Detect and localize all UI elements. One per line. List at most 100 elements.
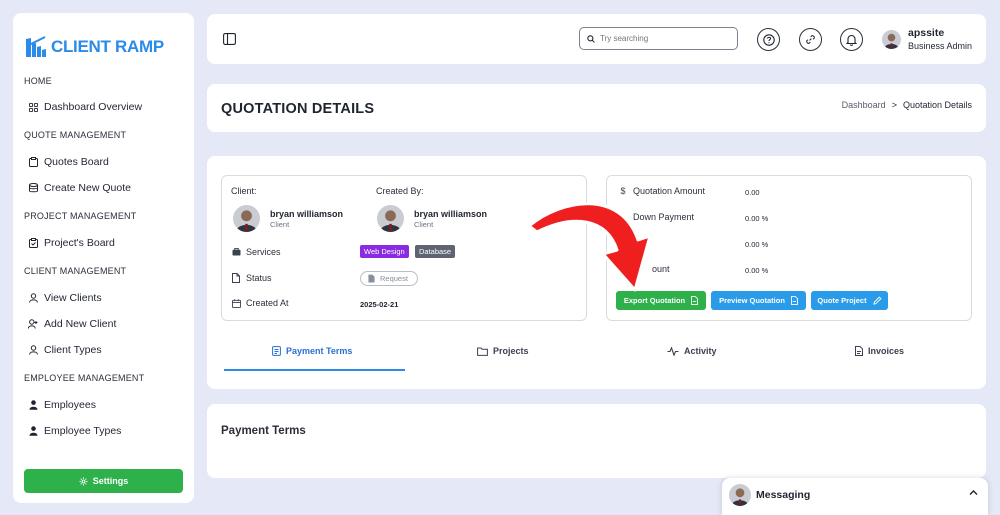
- created-by-person[interactable]: bryan williamson Client: [377, 205, 487, 232]
- export-quotation-label: Export Quotation: [623, 296, 686, 305]
- settings-label: Settings: [92, 476, 129, 486]
- tab-label: Activity: [684, 346, 717, 356]
- detail-tabs: Payment Terms Projects Activity Invoices: [224, 346, 969, 372]
- quotation-amounts-panel: $ Quotation Amount 0.00 Down Payment 0.0…: [606, 175, 972, 321]
- clipboard-check-icon: [28, 238, 38, 248]
- export-quotation-button[interactable]: Export Quotation: [616, 291, 706, 310]
- tab-activity[interactable]: Activity: [667, 346, 717, 356]
- sidebar-item-label: Quotes Board: [44, 156, 109, 168]
- sidebar-item-label: Client Types: [44, 344, 102, 356]
- client-person[interactable]: bryan williamson Client: [233, 205, 343, 232]
- client-name: bryan williamson: [270, 208, 344, 219]
- nav-section-quote: QUOTE MANAGEMENT: [24, 130, 127, 140]
- person-icon: [28, 400, 38, 410]
- help-icon: [762, 33, 775, 46]
- breadcrumb-dashboard-link[interactable]: Dashboard: [842, 100, 886, 110]
- file-export-icon: [691, 296, 699, 305]
- nav-section-home: HOME: [24, 76, 52, 86]
- breadcrumb-current: Quotation Details: [902, 100, 972, 110]
- tab-projects[interactable]: Projects: [477, 346, 529, 356]
- file-preview-icon: [790, 296, 798, 305]
- sidebar-item-employees[interactable]: Employees: [28, 399, 96, 411]
- status-label: Status: [246, 273, 272, 283]
- messaging-label: Messaging: [756, 489, 811, 501]
- status-badge: Request: [360, 271, 418, 286]
- service-tag-web-design: Web Design: [360, 245, 409, 258]
- sidebar-item-create-new-quote[interactable]: Create New Quote: [28, 182, 131, 194]
- sidebar-item-dashboard-overview[interactable]: Dashboard Overview: [28, 101, 142, 113]
- created-at-label: Created At: [246, 298, 289, 308]
- page-title: QUOTATION DETAILS: [221, 101, 375, 117]
- document-icon: [231, 273, 241, 283]
- buildings-logo-icon: [26, 36, 46, 57]
- sidebar-item-label: Dashboard Overview: [44, 101, 143, 113]
- service-tag-database: Database: [415, 245, 456, 258]
- nav-section-employee: EMPLOYEE MANAGEMENT: [24, 373, 145, 383]
- user-icon: [28, 345, 38, 355]
- status-value: Request: [380, 274, 408, 283]
- document-icon: [368, 274, 375, 283]
- quote-project-button[interactable]: Quote Project: [811, 291, 888, 310]
- client-label: Client:: [231, 186, 257, 196]
- sidebar-item-quotes-board[interactable]: Quotes Board: [28, 156, 109, 168]
- row3-value: 0.00 %: [745, 240, 769, 249]
- calendar-icon: [231, 298, 241, 308]
- brand-name: CLIENT RAMP: [51, 37, 164, 56]
- created-by-label: Created By:: [376, 186, 424, 196]
- sidebar-item-label: Create New Quote: [44, 182, 131, 194]
- sidebar-toggle-button[interactable]: [219, 29, 239, 49]
- sidebar-item-label: Employee Types: [44, 425, 122, 437]
- quotation-amount-text: Quotation Amount: [633, 186, 706, 196]
- document-icon: [272, 346, 281, 356]
- help-button[interactable]: [757, 28, 780, 51]
- quote-project-label: Quote Project: [817, 296, 867, 305]
- database-icon: [28, 183, 38, 193]
- quotation-card: Client: Created By: bryan williamson Cli…: [207, 156, 986, 389]
- client-role: Client: [270, 219, 290, 229]
- search-icon: [587, 34, 595, 43]
- sidebar-item-employee-types[interactable]: Employee Types: [28, 425, 121, 437]
- breadcrumb-separator: >: [891, 100, 897, 110]
- tab-invoices[interactable]: Invoices: [855, 346, 904, 356]
- created-at-row-label: Created At: [231, 298, 289, 308]
- link-button[interactable]: [799, 28, 822, 51]
- clipboard-icon: [28, 157, 38, 167]
- created-by-avatar: [377, 205, 404, 232]
- sidebar-item-label: Project's Board: [44, 237, 115, 249]
- folder-icon: [477, 347, 488, 356]
- search-input[interactable]: [600, 34, 720, 43]
- tab-label: Invoices: [868, 346, 905, 356]
- sidebar-item-projects-board[interactable]: Project's Board: [28, 237, 115, 249]
- brand-logo[interactable]: CLIENT RAMP: [25, 35, 164, 59]
- down-payment-label: Down Payment: [633, 212, 695, 222]
- tab-label: Payment Terms: [286, 346, 353, 356]
- discount-label: ount: [652, 264, 670, 274]
- search-box[interactable]: [579, 27, 738, 50]
- status-row-label: Status: [231, 273, 272, 283]
- nav-section-client: CLIENT MANAGEMENT: [24, 266, 127, 276]
- created-by-role: Client: [414, 219, 434, 229]
- title-bar: QUOTATION DETAILS Dashboard > Quotation …: [207, 84, 986, 132]
- gear-icon: [79, 477, 88, 486]
- tab-label: Projects: [493, 346, 529, 356]
- tab-payment-terms[interactable]: Payment Terms: [272, 346, 352, 356]
- sidebar-item-client-types[interactable]: Client Types: [28, 344, 102, 356]
- user-icon: [28, 293, 38, 303]
- created-at-value: 2025-02-21: [360, 300, 399, 309]
- messaging-widget[interactable]: Messaging: [722, 478, 988, 515]
- user-avatar[interactable]: [882, 30, 901, 49]
- person-icon: [28, 426, 38, 436]
- sidebar-item-view-clients[interactable]: View Clients: [28, 292, 102, 304]
- settings-button[interactable]: Settings: [24, 469, 183, 493]
- sidebar-toggle-icon: [222, 33, 236, 45]
- user-plus-icon: [28, 319, 38, 329]
- chevron-up-icon[interactable]: [969, 489, 978, 496]
- quotation-amount-value: 0.00: [745, 188, 760, 197]
- sidebar-item-add-new-client[interactable]: Add New Client: [28, 318, 116, 330]
- services-row-label: Services: [231, 247, 281, 257]
- preview-quotation-button[interactable]: Preview Quotation: [711, 291, 806, 310]
- notifications-button[interactable]: [840, 28, 863, 51]
- briefcase-icon: [231, 248, 241, 256]
- messaging-avatar: [729, 484, 751, 506]
- nav-section-project: PROJECT MANAGEMENT: [24, 211, 137, 221]
